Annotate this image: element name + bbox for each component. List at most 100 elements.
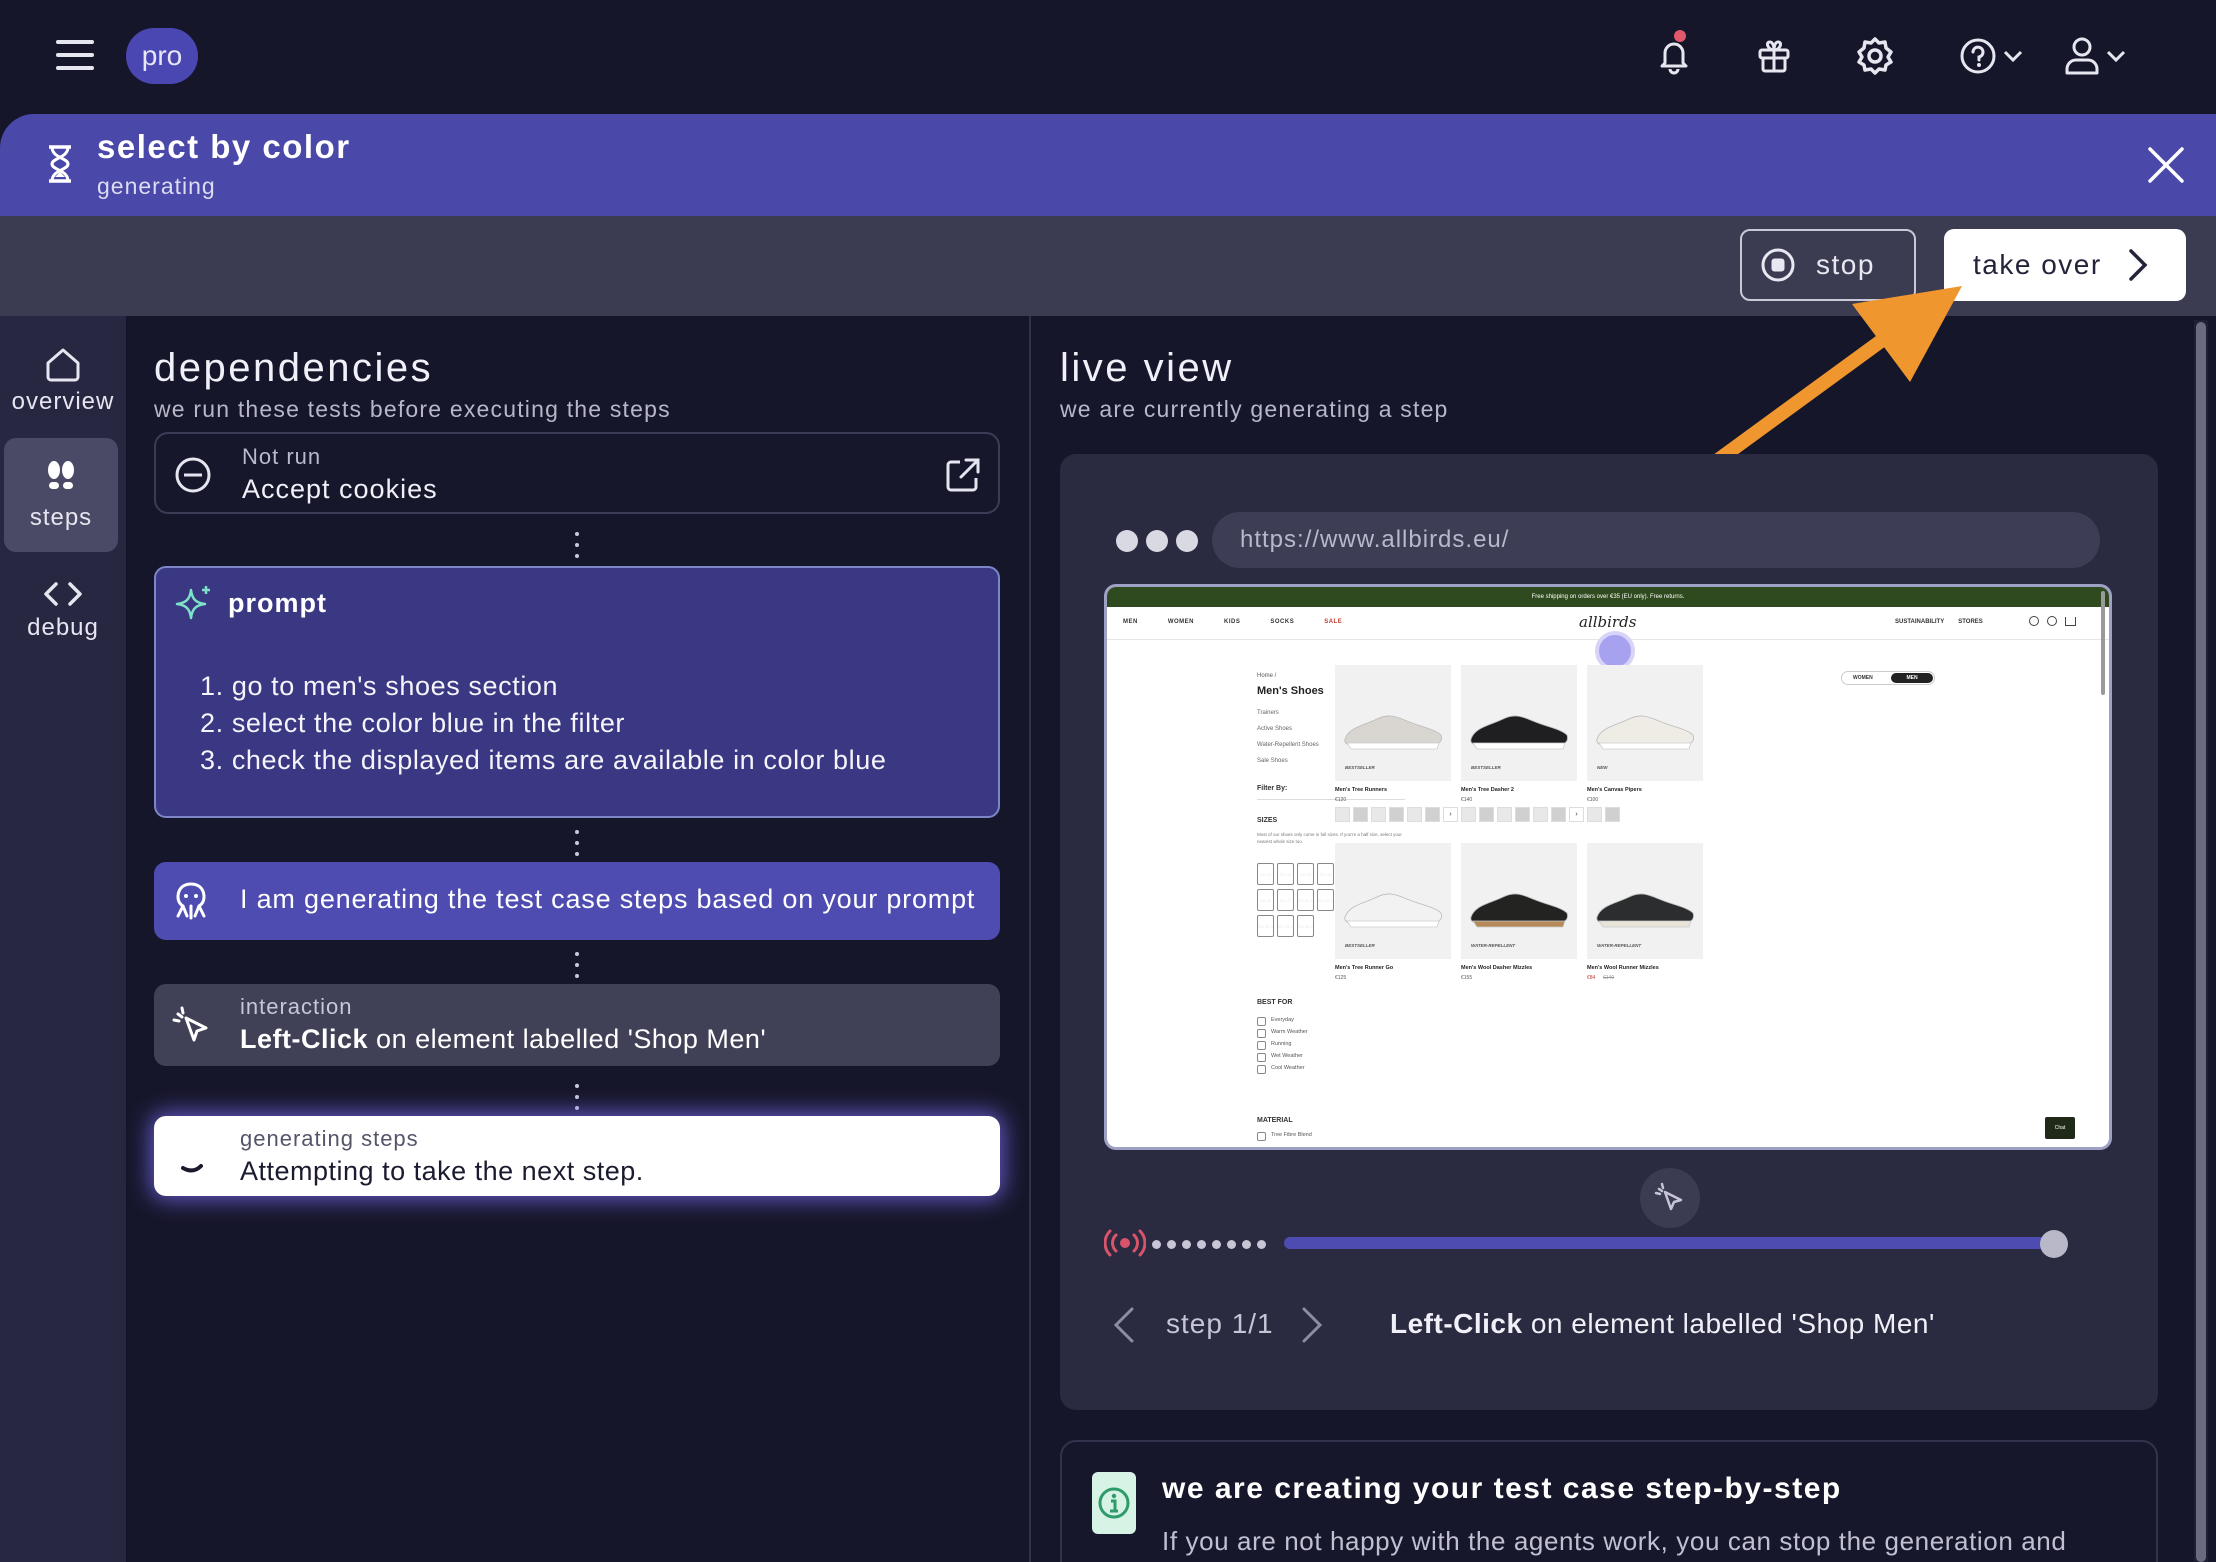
site-product-price: €155 bbox=[1461, 975, 1473, 981]
sidebar-item-debug[interactable]: debug bbox=[0, 580, 126, 642]
site-color-swatch[interactable] bbox=[1551, 807, 1566, 822]
site-color-swatch[interactable] bbox=[1533, 807, 1548, 822]
site-color-swatch[interactable] bbox=[1497, 807, 1512, 822]
interaction-label: interaction bbox=[240, 994, 353, 1019]
site-category-link[interactable]: Sale Shoes bbox=[1257, 753, 1319, 769]
help-icon[interactable] bbox=[1956, 30, 2026, 82]
spinner-icon bbox=[181, 1164, 203, 1173]
site-color-swatch[interactable] bbox=[1335, 807, 1350, 822]
site-product-name[interactable]: Men's Wool Dasher Mizzles bbox=[1461, 965, 1532, 971]
site-chat-button[interactable]: Chat bbox=[2045, 1117, 2075, 1139]
timeline-dot bbox=[1227, 1240, 1236, 1249]
site-breadcrumb[interactable]: Home / bbox=[1257, 673, 1276, 679]
site-swatch-next[interactable]: › bbox=[1443, 807, 1458, 822]
site-nav-link[interactable]: SUSTAINABILITY bbox=[1895, 619, 1944, 625]
site-product-image[interactable] bbox=[1461, 665, 1577, 781]
site-color-swatch[interactable] bbox=[1605, 807, 1620, 822]
site-color-swatch[interactable] bbox=[1389, 807, 1404, 822]
site-nav-link[interactable]: SALE bbox=[1324, 619, 1342, 625]
sidebar-item-overview[interactable]: overview bbox=[0, 346, 126, 416]
site-size-option[interactable]: EU 47 bbox=[1277, 889, 1294, 911]
site-product-image[interactable] bbox=[1461, 843, 1577, 959]
site-category-link[interactable]: Water-Repellent Shoes bbox=[1257, 737, 1319, 753]
site-color-swatch[interactable] bbox=[1407, 807, 1422, 822]
site-product-image[interactable] bbox=[1587, 843, 1703, 959]
external-link-icon[interactable] bbox=[944, 456, 982, 494]
timeline-dot bbox=[1152, 1240, 1161, 1249]
bell-icon[interactable] bbox=[1656, 30, 1692, 82]
cursor-mode-icon[interactable] bbox=[1640, 1168, 1700, 1228]
browser-preview[interactable]: Free shipping on orders over €35 (EU onl… bbox=[1104, 584, 2112, 1150]
site-size-option[interactable]: EU 41.5 bbox=[1297, 889, 1314, 911]
site-color-swatch[interactable] bbox=[1425, 807, 1440, 822]
site-product-name[interactable]: Men's Wool Runner Mizzles bbox=[1587, 965, 1659, 971]
dependency-card[interactable]: Not run Accept cookies bbox=[154, 432, 1000, 514]
site-divider bbox=[1257, 799, 1405, 800]
site-size-option[interactable]: EU 44 bbox=[1317, 863, 1334, 885]
site-logo[interactable]: allbirds bbox=[1579, 613, 1636, 631]
pro-badge[interactable]: pro bbox=[126, 28, 198, 84]
site-product-price: €140 bbox=[1461, 797, 1473, 803]
site-nav-link[interactable]: MEN bbox=[1123, 619, 1138, 625]
timeline-dot bbox=[1257, 1240, 1266, 1249]
browser-dot bbox=[1116, 530, 1138, 552]
gear-icon[interactable] bbox=[1854, 30, 1896, 82]
site-swatch-next[interactable]: › bbox=[1569, 807, 1584, 822]
site-size-option[interactable]: EU 42.5 bbox=[1317, 889, 1334, 911]
menu-icon[interactable] bbox=[56, 40, 94, 70]
site-filter-checkbox[interactable] bbox=[1257, 1041, 1266, 1050]
user-icon[interactable] bbox=[2060, 30, 2130, 82]
site-account-icon[interactable] bbox=[2029, 616, 2039, 626]
site-filter-checkbox[interactable] bbox=[1257, 1132, 1266, 1141]
hourglass-icon bbox=[46, 144, 74, 189]
site-size-option[interactable]: EU 46.5 bbox=[1297, 915, 1314, 937]
site-scrollbar[interactable] bbox=[2101, 591, 2105, 695]
site-product-name[interactable]: Men's Canvas Pipers bbox=[1587, 787, 1642, 793]
site-filter-checkbox[interactable] bbox=[1257, 1017, 1266, 1026]
site-nav-link[interactable]: SOCKS bbox=[1270, 619, 1294, 625]
close-icon[interactable] bbox=[2146, 145, 2186, 185]
site-nav-link[interactable]: STORES bbox=[1958, 619, 1983, 625]
gift-icon[interactable] bbox=[1754, 30, 1794, 82]
site-nav-link[interactable]: WOMEN bbox=[1168, 619, 1194, 625]
site-cart-icon[interactable] bbox=[2065, 617, 2076, 626]
site-product-image[interactable] bbox=[1335, 665, 1451, 781]
site-filter-checkbox[interactable] bbox=[1257, 1053, 1266, 1062]
site-nav-link[interactable]: KIDS bbox=[1224, 619, 1240, 625]
site-filter-checkbox[interactable] bbox=[1257, 1065, 1266, 1074]
site-heading: Men's Shoes bbox=[1257, 685, 1324, 697]
site-product-name[interactable]: Men's Tree Runners bbox=[1335, 787, 1387, 793]
site-color-swatch[interactable] bbox=[1371, 807, 1386, 822]
site-size-option[interactable]: EU 42 bbox=[1277, 863, 1294, 885]
site-color-swatch[interactable] bbox=[1353, 807, 1368, 822]
site-color-swatch[interactable] bbox=[1515, 807, 1530, 822]
interaction-card[interactable]: interaction Left-Click on element labell… bbox=[154, 984, 1000, 1066]
chevron-right-icon[interactable] bbox=[1300, 1306, 1324, 1344]
site-size-option[interactable]: EU 45.5 bbox=[1277, 915, 1294, 937]
site-size-option[interactable]: EU 46 bbox=[1257, 889, 1274, 911]
site-size-option[interactable]: EU 44.5 bbox=[1257, 915, 1274, 937]
site-product-name[interactable]: Men's Tree Dasher 2 bbox=[1461, 787, 1514, 793]
site-category-link[interactable]: Trainers bbox=[1257, 705, 1319, 721]
site-color-swatch[interactable] bbox=[1587, 807, 1602, 822]
site-color-swatch[interactable] bbox=[1479, 807, 1494, 822]
site-product-name[interactable]: Men's Tree Runner Go bbox=[1335, 965, 1393, 971]
timeline-knob[interactable] bbox=[2040, 1230, 2068, 1258]
site-size-option[interactable]: EU 41 bbox=[1257, 863, 1274, 885]
site-category-link[interactable]: Active Shoes bbox=[1257, 721, 1319, 737]
site-toggle-women[interactable]: WOMEN bbox=[1853, 675, 1873, 681]
not-run-icon bbox=[175, 457, 211, 493]
site-filter-checkbox[interactable] bbox=[1257, 1029, 1266, 1038]
connector-dots bbox=[575, 952, 579, 978]
site-help-icon[interactable] bbox=[2047, 616, 2057, 626]
generating-steps-card: generating steps Attempting to take the … bbox=[154, 1116, 1000, 1196]
page-scrollbar-thumb[interactable] bbox=[2196, 322, 2206, 1562]
site-toggle-men[interactable]: MEN bbox=[1891, 673, 1933, 683]
site-product-image[interactable] bbox=[1335, 843, 1451, 959]
timeline-progress[interactable] bbox=[1284, 1237, 2056, 1249]
site-product-image[interactable] bbox=[1587, 665, 1703, 781]
site-color-swatch[interactable] bbox=[1461, 807, 1476, 822]
sidebar-item-steps[interactable]: steps bbox=[4, 438, 118, 552]
chevron-left-icon[interactable] bbox=[1112, 1306, 1136, 1344]
site-size-option[interactable]: EU 43 bbox=[1297, 863, 1314, 885]
